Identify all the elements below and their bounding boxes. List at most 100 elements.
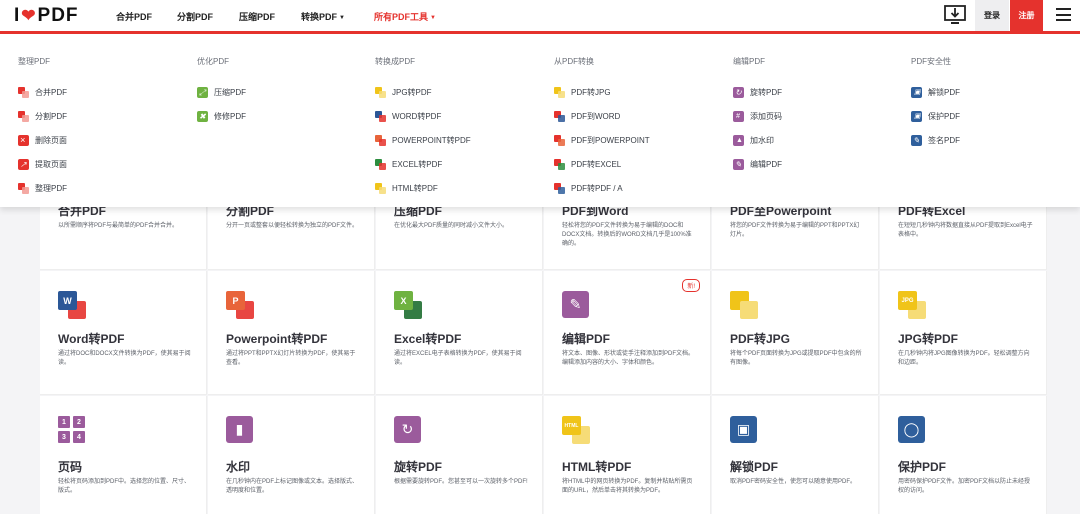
menu-item-delete-pages[interactable]: × 删除页面	[18, 128, 188, 152]
menu-item-pdf-to-jpg[interactable]: PDF转JPG	[554, 80, 724, 104]
repair-icon: ✖	[197, 110, 208, 122]
menu-item-ppt-to-pdf[interactable]: POWERPOINT转PDF	[375, 128, 545, 152]
nav-compress-pdf[interactable]: 压缩PDF	[239, 10, 275, 23]
card-title: JPG转PDF	[898, 332, 959, 346]
login-button[interactable]: 登录	[975, 0, 1009, 31]
watermark-icon: ▲	[733, 134, 744, 146]
card-title: 解锁PDF	[730, 460, 779, 474]
column-title: 整理PDF	[18, 57, 50, 66]
menu-item-excel-to-pdf[interactable]: EXCEL转PDF	[375, 152, 545, 176]
menu-item-watermark[interactable]: ▲ 加水印	[733, 128, 903, 152]
menu-item-label: PDF到WORD	[571, 111, 621, 121]
nav-all-tools[interactable]: 所有PDF工具 ▼	[374, 10, 436, 23]
menu-item-label: 旋转PDF	[750, 87, 782, 97]
menu-item-extract-pages[interactable]: ↗ 提取页面	[18, 152, 188, 176]
menu-item-repair[interactable]: ✖ 修修PDF	[197, 104, 367, 128]
shield-icon: ◯	[898, 416, 926, 444]
menu-item-sign[interactable]: ✎ 签名PDF	[911, 128, 1080, 152]
tool-card-excel-to-pdf[interactable]: X Excel转PDF 通过将EXCEL电子表格转换为PDF，使其易于阅读。	[376, 271, 543, 395]
menu-item-label: HTML转PDF	[392, 183, 438, 193]
tool-card-watermark[interactable]: ▮ 水印 在几秒钟内在PDF上标记图像或文本。选择版式、透明度和位置。	[208, 396, 375, 514]
hamburger-menu-icon[interactable]	[1056, 8, 1071, 21]
ilovepdf-logo[interactable]: I ❤ PDF	[14, 5, 79, 27]
dropdown-column-edit: 编辑PDF ↻ 旋转PDF # 添加页码 ▲ 加水印 ✎ 编辑PDF	[733, 56, 903, 176]
menu-item-pdf-to-pdfa[interactable]: PDF转PDF / A	[554, 176, 724, 200]
jpg-file-icon: JPG	[898, 291, 926, 319]
excel-icon	[375, 158, 386, 170]
logo-text-pdf: PDF	[37, 5, 79, 26]
all-tools-dropdown: 整理PDF 合并PDF 分割PDF × 删除页面 ↗ 提取页面 整理PDF 优化PD…	[0, 34, 1080, 207]
nav-convert-pdf[interactable]: 转换PDF ▼	[301, 10, 345, 23]
menu-item-edit[interactable]: ✎ 编辑PDF	[733, 152, 903, 176]
card-description: 在优化最大PDF质量的同时减小文件大小。	[394, 223, 509, 229]
organize-icon	[18, 182, 29, 194]
menu-item-pdf-to-ppt[interactable]: PDF到POWERPOINT	[554, 128, 724, 152]
nav-merge-pdf[interactable]: 合并PDF	[116, 10, 152, 23]
card-description: 以所需顺序将PDF与最简单的PDF合并合并。	[58, 223, 179, 229]
tool-card-protect[interactable]: ◯ 保护PDF 用密码保护PDF文件。加密PDF文档以防止未经授权的访问。	[880, 396, 1047, 514]
compress-icon: ⤢	[197, 86, 208, 98]
menu-item-page-numbers[interactable]: # 添加页码	[733, 104, 903, 128]
menu-item-label: 添加页码	[750, 111, 782, 121]
menu-item-pdf-to-excel[interactable]: PDF转EXCEL	[554, 152, 724, 176]
menu-item-rotate[interactable]: ↻ 旋转PDF	[733, 80, 903, 104]
menu-item-word-to-pdf[interactable]: WORD转PDF	[375, 104, 545, 128]
menu-item-label: WORD转PDF	[392, 111, 442, 121]
menu-item-split[interactable]: 分割PDF	[18, 104, 188, 128]
desktop-download-icon[interactable]	[944, 4, 966, 26]
menu-item-label: JPG转PDF	[392, 87, 432, 97]
card-description: 分开一页或整套以便轻松转换为独立的PDF文件。	[226, 223, 359, 229]
tool-card-page-numbers[interactable]: 1 2 3 4 页码 轻松将页码添加到PDF中。选择您的位置、尺寸、版式。	[40, 396, 207, 514]
tool-card-rotate[interactable]: ↻ 旋转PDF 根据需要旋转PDF。您甚至可以一次旋转多个PDF!	[376, 396, 543, 514]
unlock-icon: ▣	[730, 416, 758, 444]
delete-pages-icon: ×	[18, 134, 29, 146]
word-icon: W	[58, 291, 86, 319]
card-description: 通过将EXCEL电子表格转换为PDF，使其易于阅读。	[394, 351, 522, 366]
jpg-icon	[554, 86, 565, 98]
dropdown-column-optimize: 优化PDF ⤢ 压缩PDF ✖ 修修PDF	[197, 56, 367, 128]
caret-down-icon: ▼	[430, 14, 436, 21]
menu-item-compress[interactable]: ⤢ 压缩PDF	[197, 80, 367, 104]
word-icon	[375, 110, 386, 122]
card-description: 在几秒钟内将JPG图像转换为PDF。轻松调整方向和边距。	[898, 351, 1030, 366]
menu-item-pdf-to-word[interactable]: PDF到WORD	[554, 104, 724, 128]
nav-split-pdf[interactable]: 分割PDF	[177, 10, 213, 23]
edit-pdf-icon: ✎	[562, 291, 590, 319]
menu-item-label: POWERPOINT转PDF	[392, 135, 471, 145]
jpg-image-icon	[730, 291, 758, 319]
menu-item-organize[interactable]: 整理PDF	[18, 176, 188, 200]
dropdown-column-organize: 整理PDF 合并PDF 分割PDF × 删除页面 ↗ 提取页面 整理PDF	[18, 56, 188, 200]
menu-item-label: 编辑PDF	[750, 159, 782, 169]
menu-item-label: EXCEL转PDF	[392, 159, 443, 169]
tool-card-html-to-pdf[interactable]: HTML HTML转PDF 将HTML中的网页转换为PDF。复制并粘贴所需页面的…	[544, 396, 711, 514]
menu-item-jpg-to-pdf[interactable]: JPG转PDF	[375, 80, 545, 104]
signup-button[interactable]: 注册	[1010, 0, 1043, 31]
nav-convert-label: 转换PDF	[301, 12, 338, 22]
menu-item-label: 整理PDF	[35, 183, 67, 193]
powerpoint-icon	[554, 134, 565, 146]
column-title: 优化PDF	[197, 57, 229, 66]
card-description: 取消PDF密码安全性，使您可以随意使用PDF。	[730, 479, 857, 485]
caret-down-icon: ▼	[339, 14, 345, 21]
menu-item-protect[interactable]: ▣ 保护PDF	[911, 104, 1080, 128]
rotate-icon: ↻	[394, 416, 422, 444]
menu-item-unlock[interactable]: ▣ 解锁PDF	[911, 80, 1080, 104]
nav-divider	[0, 31, 1080, 34]
tool-card-unlock[interactable]: ▣ 解锁PDF 取消PDF密码安全性，使您可以随意使用PDF。	[712, 396, 879, 514]
dropdown-column-security: PDF安全性 ▣ 解锁PDF ▣ 保护PDF ✎ 签名PDF	[911, 56, 1080, 152]
menu-item-html-to-pdf[interactable]: HTML转PDF	[375, 176, 545, 200]
menu-item-label: PDF转EXCEL	[571, 159, 622, 169]
menu-item-merge[interactable]: 合并PDF	[18, 80, 188, 104]
tool-card-edit-pdf[interactable]: 新! ✎ 编辑PDF 将文本、图像、形状或徒手注释添加到PDF文档。编辑添加内容…	[544, 271, 711, 395]
card-description: 在几秒钟内在PDF上标记图像或文本。选择版式、透明度和位置。	[226, 479, 359, 494]
tool-card-pdf-to-jpg[interactable]: PDF转JPG 将每个PDF页面转换为JPG或提取PDF中包含的所有图像。	[712, 271, 879, 395]
tool-card-ppt-to-pdf[interactable]: P Powerpoint转PDF 通过将PPT和PPTX幻灯片转换为PDF，使其…	[208, 271, 375, 395]
tool-card-word-to-pdf[interactable]: W Word转PDF 通过将DOC和DOCX文件转换为PDF，使其易于阅读。	[40, 271, 207, 395]
pdfa-icon	[554, 182, 565, 194]
html-icon: HTML	[562, 416, 590, 444]
column-title: 从PDF转换	[554, 57, 594, 66]
html-icon	[375, 182, 386, 194]
tool-card-jpg-to-pdf[interactable]: JPG JPG转PDF 在几秒钟内将JPG图像转换为PDF。轻松调整方向和边距。	[880, 271, 1047, 395]
card-title: PDF转JPG	[730, 332, 791, 346]
card-title: Excel转PDF	[394, 332, 462, 346]
